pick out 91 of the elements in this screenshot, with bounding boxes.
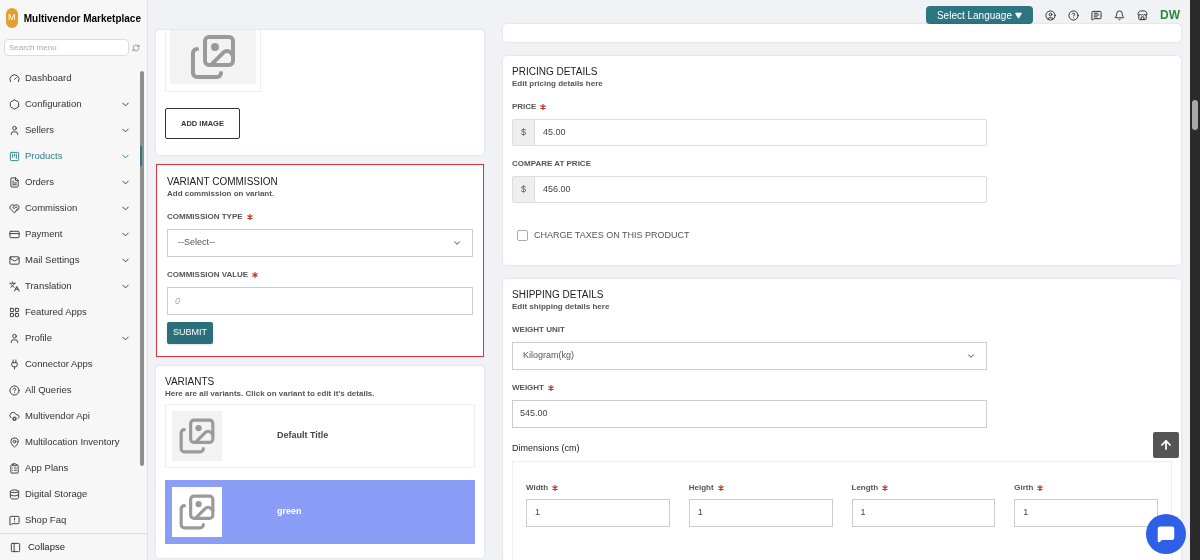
document-icon [9,176,20,188]
user-icon[interactable] [1045,9,1056,21]
refresh-icon[interactable] [132,43,140,52]
weight-unit-select[interactable]: Kilogram(kg) [512,341,987,370]
user-initials[interactable]: DW [1160,6,1180,24]
arrow-up-icon [1159,438,1173,452]
message-icon [9,514,20,526]
message-icon[interactable] [1091,9,1102,21]
sidebar-item[interactable]: Configuration [0,91,139,117]
field-label: Length [851,482,879,494]
image-icon [178,493,216,531]
brand-name: Multivendor Marketplace [23,11,141,26]
sidebar-item[interactable]: Sellers [0,117,139,143]
help-icon[interactable] [1068,9,1079,21]
field-label: Girth [1014,482,1034,494]
sidebar-item[interactable]: Featured Apps [0,299,139,325]
scroll-top-button[interactable] [1153,432,1179,458]
user-icon [9,332,20,344]
collapse-button[interactable]: Collapse [0,533,147,560]
weight-field[interactable]: 545.00 [512,399,987,428]
sidebar-item[interactable]: Payment [0,221,139,247]
sidebar-item[interactable]: Connector Apps [0,351,139,377]
product-icon [9,150,20,162]
field-label: WEIGHT UNIT [512,323,565,336]
dimension-field[interactable]: 1 [1014,499,1158,527]
variant-row[interactable]: Default Title [165,404,475,468]
dimension-field[interactable]: 1 [688,499,833,527]
help-icon [9,384,20,396]
credit-card-icon [9,228,20,240]
sidebar-item[interactable]: Digital Storage [0,481,139,507]
user-icon [9,124,20,136]
gauge-icon [9,72,20,84]
image-icon [189,33,237,81]
sidebar-item[interactable]: Commission [0,195,139,221]
section-subtitle: Here are all variants. Click on variant to edit it's details. [165,388,376,399]
field-label: COMMISSION VALUE [167,269,249,281]
sidebar-item[interactable]: App Plans [0,455,139,481]
section-title: VARIANTS [165,375,216,388]
database-icon [9,488,20,500]
grid-icon [9,306,20,318]
heart-handshake-icon [9,202,20,214]
field-label: Width [526,482,549,494]
sidebar-item[interactable]: Multilocation Inventory [0,429,139,455]
brand-avatar: M [6,8,18,28]
sidebar-item[interactable]: Multivendor Api [0,403,139,429]
search-field[interactable]: Search menu [4,39,129,56]
checkbox-label: CHARGE TAXES ON THIS PRODUCT [534,229,690,242]
chevron-icon [452,238,462,248]
active-indicator [140,146,142,166]
cloud-gear-icon [9,410,20,422]
field-label: COMPARE AT PRICE [512,158,591,170]
hexagon-icon [9,98,20,110]
map-pin-icon [9,436,20,448]
panel-icon [10,541,21,553]
dimensions-title: Dimensions (cm) [512,441,580,455]
field-label: WEIGHT [512,381,544,394]
section-title: VARIANT COMMISSION [167,175,279,188]
section-title: PRICING DETAILS [512,65,599,78]
sidebar-item[interactable]: Mail Settings [0,247,139,273]
dimension-field[interactable]: 1 [851,499,996,527]
commission-value-field[interactable]: 0 [167,287,473,315]
sidebar-item[interactable]: Shop Faq [0,507,139,533]
sidebar-item[interactable]: Dashboard [0,65,139,91]
field-label: Height [688,482,714,494]
section-subtitle: Edit pricing details here [512,78,604,89]
field-label: COMMISSION TYPE [167,211,243,223]
clipboard-icon [9,462,20,474]
price-field[interactable]: $ 456.00 [512,176,987,203]
commission-type-select[interactable]: --Select-- [167,229,473,257]
plug-icon [9,358,20,370]
checkbox[interactable] [517,230,528,242]
section-subtitle: Edit shipping details here [512,300,611,312]
bell-icon[interactable] [1114,9,1125,21]
chat-icon [1157,525,1175,543]
language-button[interactable]: Select Language [925,6,1033,24]
section-subtitle: Add commission on variant. [167,188,276,199]
price-field[interactable]: $ 45.00 [512,119,987,146]
store-icon[interactable] [1137,9,1148,21]
sidebar-item[interactable]: Translation [0,273,139,299]
submit-button[interactable]: SUBMIT [167,322,213,344]
image-icon [178,417,216,455]
sidebar-item[interactable]: Profile [0,325,139,351]
field-label: PRICE [512,101,537,113]
section-title: SHIPPING DETAILS [512,287,605,301]
caret-icon [1015,11,1022,19]
sidebar-item[interactable]: All Queries [0,377,139,403]
mail-icon [9,254,20,266]
sidebar-item[interactable]: Orders [0,169,139,195]
dimension-field[interactable]: 1 [526,499,670,527]
sidebar-item[interactable]: Products [0,143,139,169]
translate-icon [9,280,20,292]
